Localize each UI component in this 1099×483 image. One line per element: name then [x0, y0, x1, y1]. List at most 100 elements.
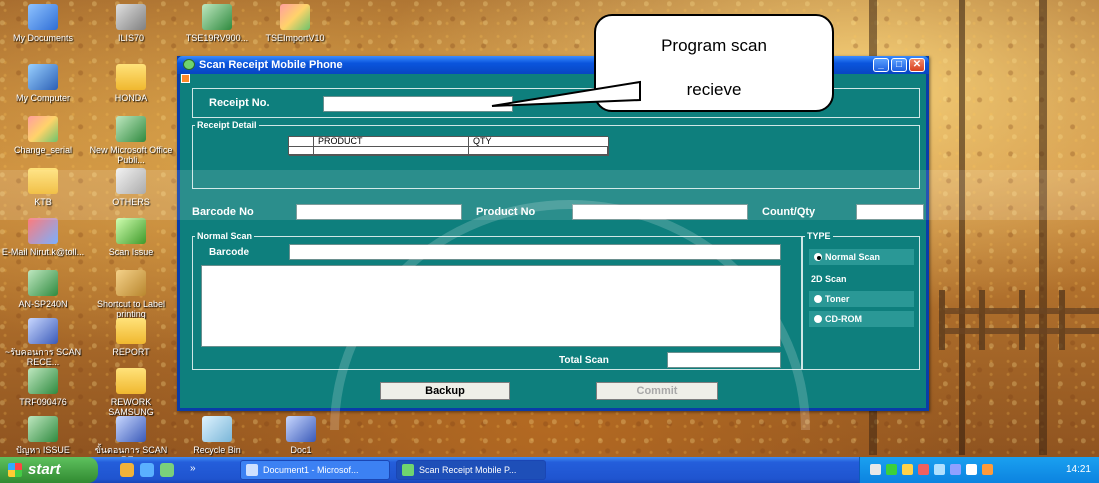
tray-antivirus-icon[interactable] [886, 464, 897, 475]
desktop-icon-label-printing[interactable]: Shortcut to Label printing [88, 270, 174, 319]
desktop-icon-ilis70[interactable]: ILIS70 [88, 4, 174, 43]
desktop-icon-label: TSE19RV900... [185, 33, 249, 43]
grid-header-product[interactable]: PRODUCT [314, 137, 469, 147]
folder-icon [28, 168, 58, 194]
grid-row-selector[interactable] [289, 147, 314, 156]
desktop-icon-label: My Computer [15, 93, 70, 103]
quicklaunch-explorer-icon[interactable] [120, 463, 134, 477]
desktop-icon-label: E-Mail Nirut.k@toll... [1, 247, 85, 257]
quicklaunch-browser-icon[interactable] [140, 463, 154, 477]
publisher-file-icon [116, 116, 146, 142]
window-title: Scan Receipt Mobile Phone [199, 59, 343, 71]
radio-toner[interactable]: Toner [809, 291, 914, 307]
desktop-icon-label: My Documents [12, 33, 74, 43]
scan-log-textarea[interactable] [201, 265, 781, 347]
tray-printer-icon[interactable] [966, 464, 977, 475]
minimize-button[interactable]: _ [873, 58, 889, 72]
tray-update-icon[interactable] [934, 464, 945, 475]
grid-header-blank [289, 137, 314, 147]
receipt-detail-legend: Receipt Detail [195, 119, 259, 131]
barcode-no-input[interactable] [296, 204, 462, 220]
word-file-icon [286, 416, 316, 442]
folder-icon [116, 318, 146, 344]
taskbar-clock[interactable]: 14:21 [1066, 457, 1091, 483]
desktop-icon-publisher-file[interactable]: New Microsoft Office Publi... [88, 116, 174, 165]
total-scan-input[interactable] [667, 352, 781, 368]
radio-unselected-icon [814, 315, 822, 323]
folder-icon [116, 64, 146, 90]
desktop-icon-label: REWORK SAMSUNG [108, 397, 154, 417]
type-frame: TYPE Normal Scan 2D Scan Toner CD-ROM [802, 230, 920, 370]
callout-pointer [491, 80, 641, 107]
desktop-icon-report[interactable]: REPORT [88, 318, 174, 357]
desktop-icon-honda[interactable]: HONDA [88, 64, 174, 103]
task-document1[interactable]: Document1 - Microsof... [240, 460, 390, 480]
tray-display-icon[interactable] [950, 464, 961, 475]
radio-toner-label: Toner [825, 294, 850, 304]
count-qty-input[interactable] [856, 204, 924, 220]
quicklaunch-desktop-icon[interactable] [160, 463, 174, 477]
excel-file-icon [28, 416, 58, 442]
receipt-no-label: Receipt No. [209, 97, 270, 109]
desktop-icon-rework-samsung[interactable]: REWORK SAMSUNG [88, 368, 174, 417]
excel-file-icon [28, 270, 58, 296]
desktop-icon-my-documents[interactable]: My Documents [0, 4, 86, 43]
radio-cd-rom[interactable]: CD-ROM [809, 311, 914, 327]
windows-logo-icon [8, 463, 22, 477]
desktop-icon-tseimportv10[interactable]: TSEImportV10 [252, 4, 338, 43]
barcode-label: Barcode [209, 247, 250, 258]
desktop-icon-issue[interactable]: ปัญหา ISSUE [0, 416, 86, 455]
app-task-icon [402, 464, 414, 476]
grid-header-qty[interactable]: QTY [469, 137, 609, 147]
desktop-icon-email[interactable]: E-Mail Nirut.k@toll... [0, 218, 86, 257]
tray-security-icon[interactable] [918, 464, 929, 475]
folder-icon [116, 368, 146, 394]
grid-cell-product[interactable] [314, 147, 469, 156]
quicklaunch-expand-icon[interactable]: » [190, 463, 230, 477]
desktop-icon-trf090476[interactable]: TRF090476 [0, 368, 86, 407]
desktop-icon-label: REPORT [112, 347, 150, 357]
product-no-label: Product No [476, 206, 536, 218]
desktop-icon-label: TSEImportV10 [265, 33, 325, 43]
desktop-icon-an-sp240n[interactable]: AN-SP240N [0, 270, 86, 309]
app-window-icon [183, 59, 195, 70]
close-button[interactable]: ✕ [909, 58, 925, 72]
callout-line-1: Program scan [661, 36, 767, 55]
desktop-icon-label: TRF090476 [19, 397, 67, 407]
desktop-icon-scan-receipt-doc[interactable]: ~รับคอนการ SCAN RECE... [0, 318, 86, 367]
normal-scan-legend: Normal Scan [195, 230, 255, 242]
tray-network-icon[interactable] [870, 464, 881, 475]
desktop-icon-change-serial[interactable]: Change_serial [0, 116, 86, 155]
desktop-icon-label: ILIS70 [117, 33, 145, 43]
taskbar: start » Document1 - Microsof... Scan Rec… [0, 457, 1099, 483]
radio-selected-icon [814, 253, 822, 261]
desktop-icon-ktb[interactable]: KTB [0, 168, 86, 207]
desktop-icon-recycle-bin[interactable]: Recycle Bin [174, 416, 260, 455]
product-no-input[interactable] [572, 204, 748, 220]
maximize-button[interactable]: □ [891, 58, 907, 72]
toolbar-exit-icon[interactable] [181, 74, 190, 83]
radio-normal-scan[interactable]: Normal Scan [809, 249, 914, 265]
desktop-icon-my-computer[interactable]: My Computer [0, 64, 86, 103]
receipt-no-input[interactable] [323, 96, 513, 112]
commit-button[interactable]: Commit [596, 382, 718, 400]
network-icon [116, 4, 146, 30]
desktop-icon-tse19rv900[interactable]: TSE19RV900... [174, 4, 260, 43]
start-button[interactable]: start [0, 457, 98, 483]
tray-messenger-icon[interactable] [982, 464, 993, 475]
count-qty-label: Count/Qty [762, 206, 816, 218]
task-scan-receipt[interactable]: Scan Receipt Mobile P... [396, 460, 546, 480]
desktop-icon-others[interactable]: OTHERS [88, 168, 174, 207]
desktop-icon-label: ~รับคอนการ SCAN RECE... [4, 347, 82, 367]
box-icon [116, 270, 146, 296]
barcode-input[interactable] [289, 244, 781, 260]
tray-volume-icon[interactable] [902, 464, 913, 475]
grid-cell-qty[interactable] [469, 147, 609, 156]
radio-unselected-icon [814, 295, 822, 303]
receipt-detail-grid[interactable]: PRODUCT QTY [288, 136, 609, 156]
desktop-icon-doc1[interactable]: Doc1 [258, 416, 344, 455]
desktop-icon-scan-issue[interactable]: Scan Issue [88, 218, 174, 257]
desktop-icon-label: OTHERS [112, 197, 150, 207]
group-2d-scan: 2D Scan [809, 271, 914, 287]
backup-button[interactable]: Backup [380, 382, 510, 400]
